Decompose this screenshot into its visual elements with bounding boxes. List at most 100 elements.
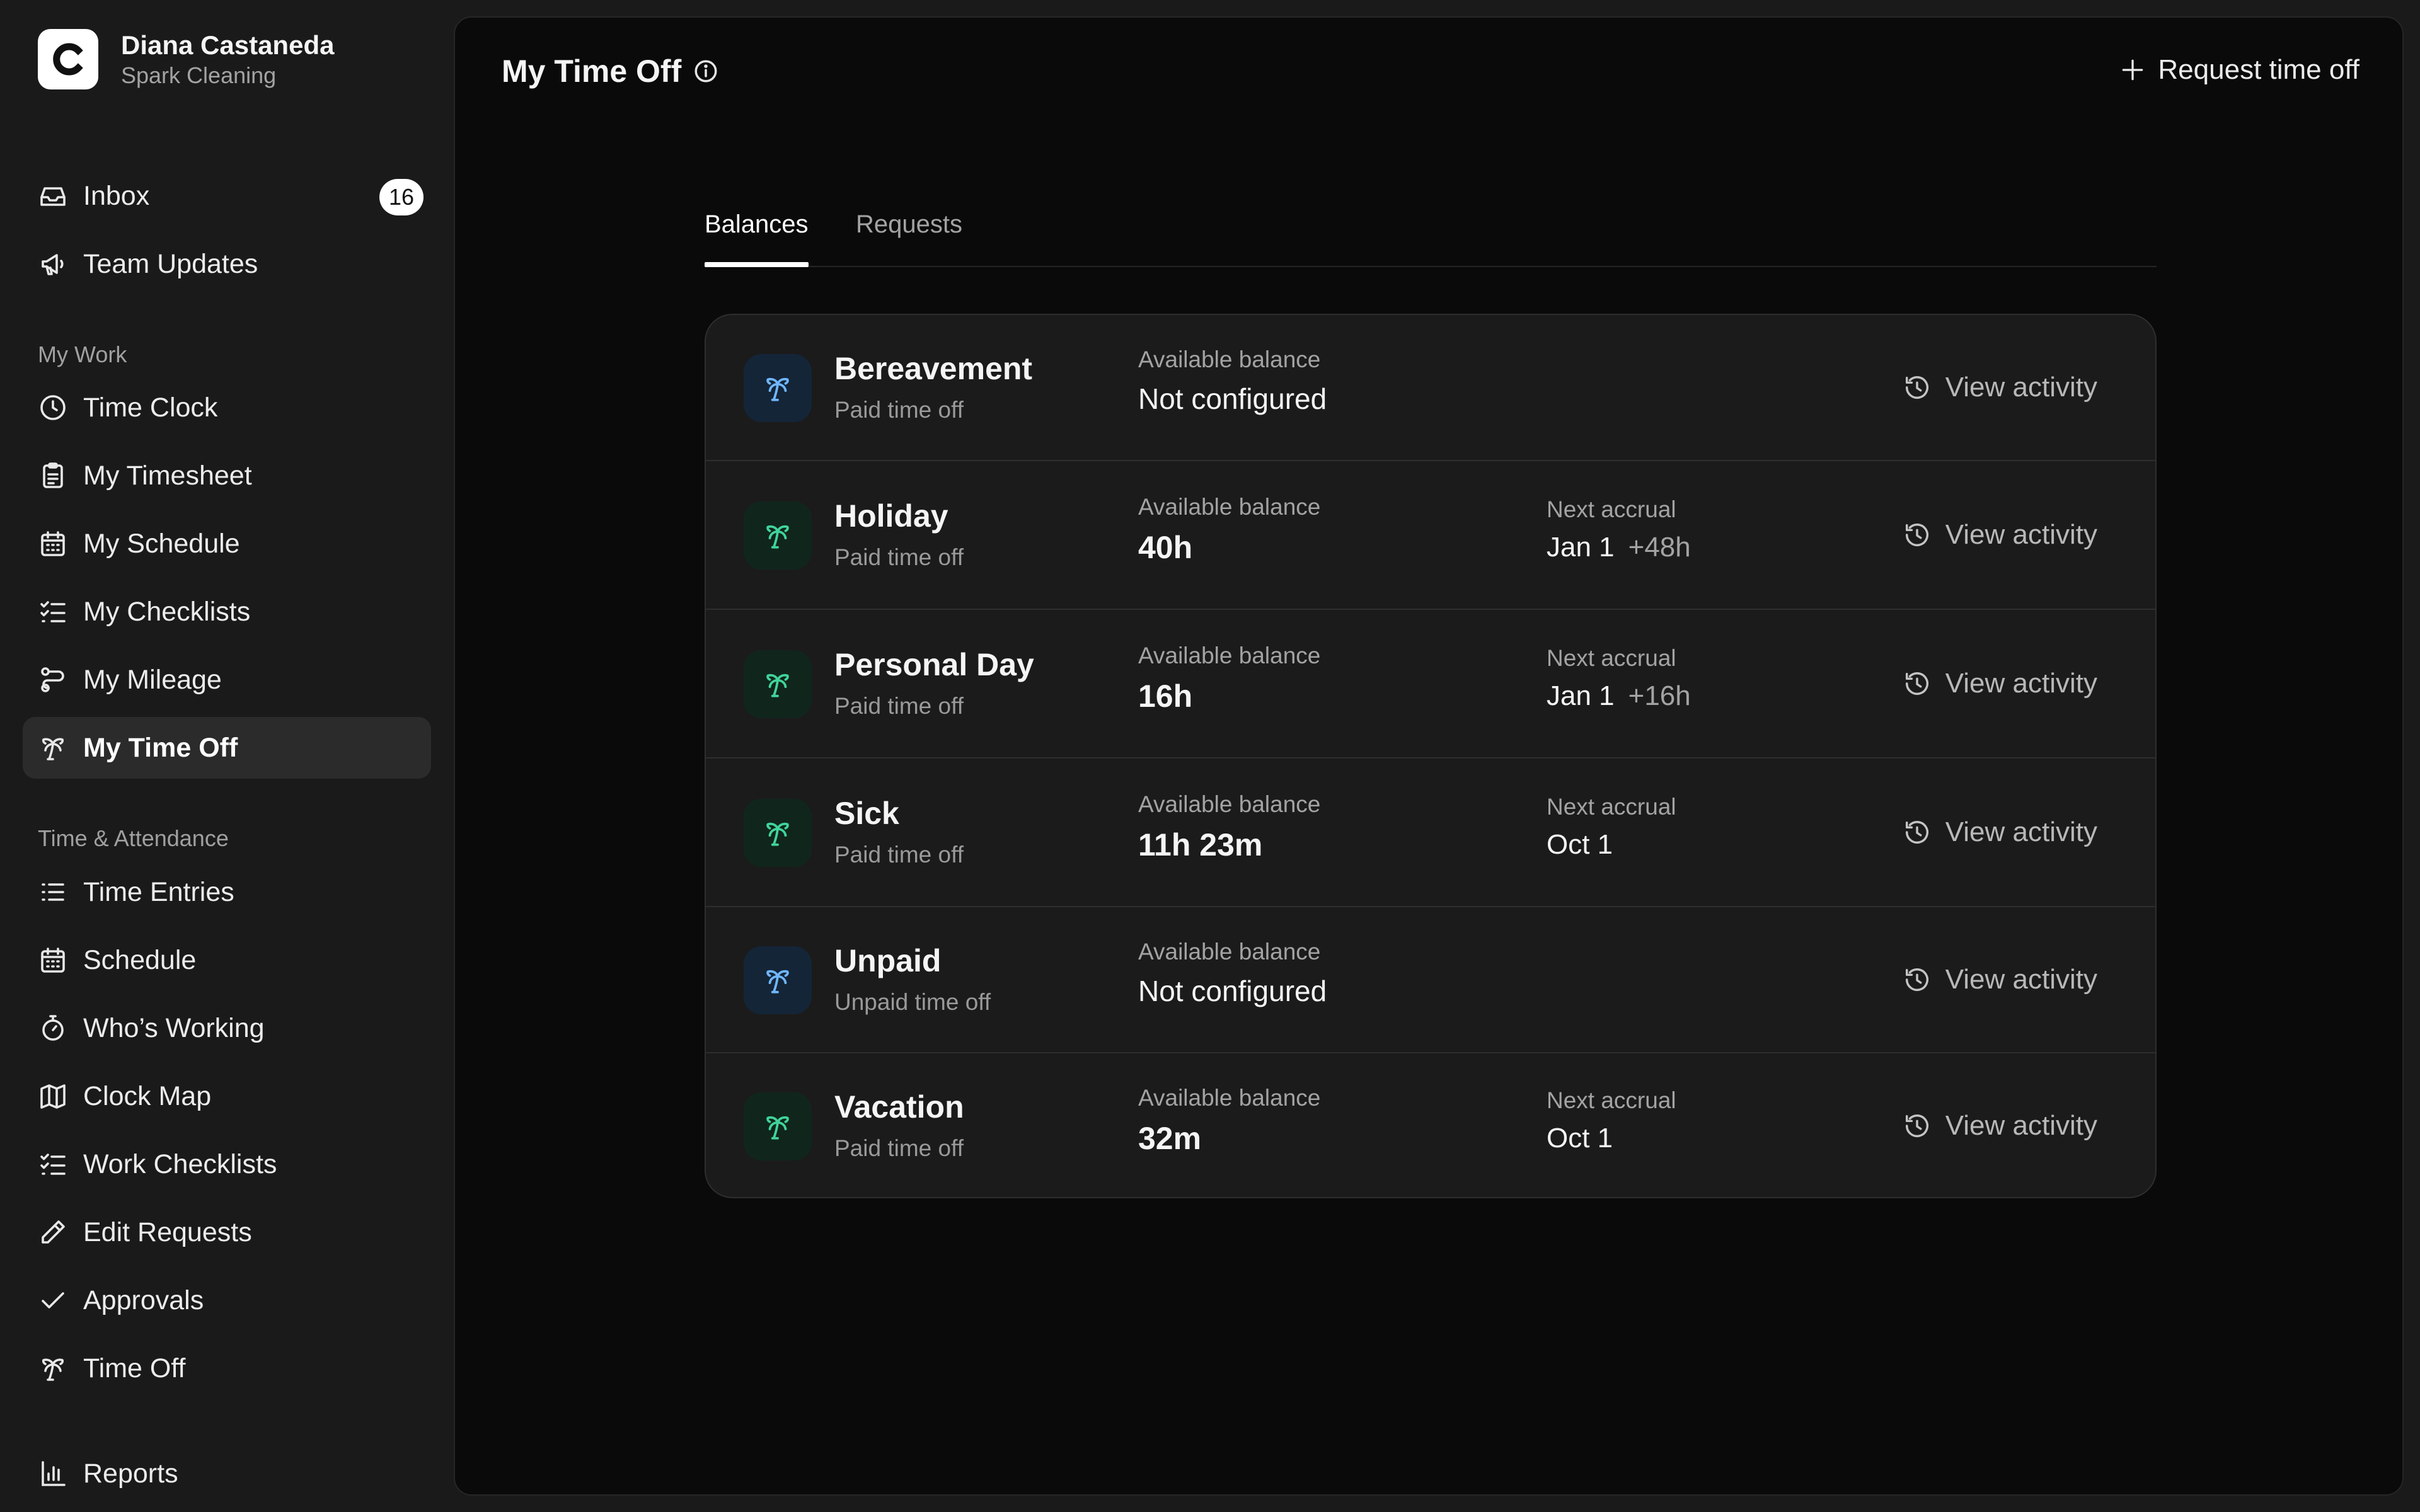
nav-item-schedule[interactable]: Schedule [23,929,431,991]
clock-icon [40,395,66,420]
balances-card: Bereavement Paid time off Available bala… [705,314,2157,1198]
history-icon [1905,524,1928,547]
next-accrual-date: Jan 1 [1547,532,1615,563]
page-header: My Time Off [502,53,719,89]
page-title: My Time Off [502,54,682,89]
time-off-type-icon-badge [744,501,812,570]
next-accrual-value: Jan 1 +16h [1547,680,1691,712]
available-balance-value: 40h [1138,530,1193,565]
view-activity-label: View activity [1945,964,2097,995]
nav-item-whos-working[interactable]: Who’s Working [23,997,431,1059]
tab-balances[interactable]: Balances [705,210,809,267]
view-activity-label: View activity [1945,1110,2097,1141]
history-icon [1905,672,1928,696]
inbox-count-badge: 16 [379,179,424,215]
balance-row: Sick Paid time off Available balance 11h… [706,759,2155,907]
sidebar: Diana Castaneda Spark Cleaning Inbox 16 … [0,0,454,1512]
next-accrual-value: Oct 1 [1547,1123,1613,1154]
plus-icon [2123,59,2143,81]
palm-tree-icon [766,673,789,697]
history-icon [1905,376,1928,399]
time-off-type-category: Paid time off [834,544,964,570]
calendar-icon [41,531,65,556]
section-label-my-work: My Work [38,341,127,367]
nav-label: My Schedule [83,528,240,559]
next-accrual-amount: +16h [1628,680,1691,711]
history-icon [1905,968,1928,992]
nav-label: My Mileage [83,664,222,695]
nav-label: Reports [83,1458,178,1489]
available-balance-label: Available balance [1138,939,1321,965]
view-activity-label: View activity [1945,372,2097,403]
nav-item-edit-requests[interactable]: Edit Requests [23,1201,431,1263]
history-icon [1905,821,1928,844]
nav-item-reports[interactable]: Reports [23,1443,431,1504]
nav-label: Time Entries [83,876,234,907]
nav-item-my-schedule[interactable]: My Schedule [23,513,431,575]
nav-label: Clock Map [83,1080,212,1111]
nav-item-my-checklists[interactable]: My Checklists [23,581,431,643]
view-activity-button[interactable]: View activity [1903,816,2097,848]
nav-item-approvals[interactable]: Approvals [23,1269,431,1331]
user-name: Diana Castaneda [121,30,335,60]
list-icon [42,883,64,901]
nav-label: Team Updates [83,248,258,279]
next-accrual-value: Oct 1 [1547,829,1613,861]
next-accrual-label: Next accrual [1547,794,1676,820]
nav-label: My Checklists [83,596,251,627]
nav-item-time-clock[interactable]: Time Clock [23,377,431,438]
available-balance-value: Not configured [1138,382,1327,415]
nav-label: Approvals [83,1285,204,1315]
view-activity-button[interactable]: View activity [1903,668,2097,699]
nav-item-team-updates[interactable]: Team Updates [23,233,431,295]
request-time-off-button[interactable]: Request time off [2119,54,2360,86]
nav-label: Edit Requests [83,1217,252,1247]
view-activity-button[interactable]: View activity [1903,1110,2097,1142]
bar-chart-icon [42,1461,66,1486]
nav-item-my-mileage[interactable]: My Mileage [23,649,431,711]
main-panel: My Time Off Request time off Balances Re… [454,16,2404,1496]
map-icon [40,1084,66,1109]
nav-item-time-entries[interactable]: Time Entries [23,861,431,923]
nav-item-work-checklists[interactable]: Work Checklists [23,1133,431,1195]
balance-row: Holiday Paid time off Available balance … [706,461,2155,610]
tab-bar: Balances Requests [705,188,2157,267]
available-balance-label: Available balance [1138,791,1321,817]
time-off-type-name: Vacation [834,1089,964,1125]
view-activity-button[interactable]: View activity [1903,964,2097,995]
info-icon[interactable] [693,58,719,84]
nav-item-clock-map[interactable]: Clock Map [23,1065,431,1127]
time-off-type-category: Paid time off [834,397,964,423]
palm-tree-icon [42,738,64,760]
time-off-type-name: Bereavement [834,351,1033,386]
nav-label: Inbox [83,180,150,211]
view-activity-button[interactable]: View activity [1903,519,2097,551]
view-activity-button[interactable]: View activity [1903,372,2097,403]
nav-item-time-off[interactable]: Time Off [23,1337,431,1399]
palm-tree-icon [42,1358,64,1381]
palm-tree-icon [766,377,789,401]
available-balance-label: Available balance [1138,643,1321,668]
time-off-type-name: Unpaid [834,943,942,978]
checklist-icon [40,601,66,622]
available-balance-value: 16h [1138,679,1193,714]
tab-requests[interactable]: Requests [856,210,962,266]
available-balance-value: 11h 23m [1138,827,1263,862]
time-off-type-icon-badge [744,946,812,1014]
route-icon [41,667,64,692]
available-balance-value: Not configured [1138,975,1327,1007]
organization-name: Spark Cleaning [121,62,277,88]
nav-item-my-timesheet[interactable]: My Timesheet [23,445,431,507]
nav-label: Time Off [83,1353,186,1383]
nav-label: Time Clock [83,392,218,423]
balance-row: Unpaid Unpaid time off Available balance… [706,907,2155,1053]
nav-item-my-time-off[interactable]: My Time Off [23,717,431,779]
palm-tree-icon [766,1116,789,1140]
nav-label: Who’s Working [83,1012,265,1043]
time-off-type-category: Unpaid time off [834,989,991,1015]
balance-row: Personal Day Paid time off Available bal… [706,610,2155,759]
account-switcher[interactable]: Diana Castaneda Spark Cleaning [38,29,334,89]
megaphone-icon [42,254,64,275]
time-off-type-category: Paid time off [834,1135,964,1161]
nav-item-inbox[interactable]: Inbox 16 [23,165,431,227]
